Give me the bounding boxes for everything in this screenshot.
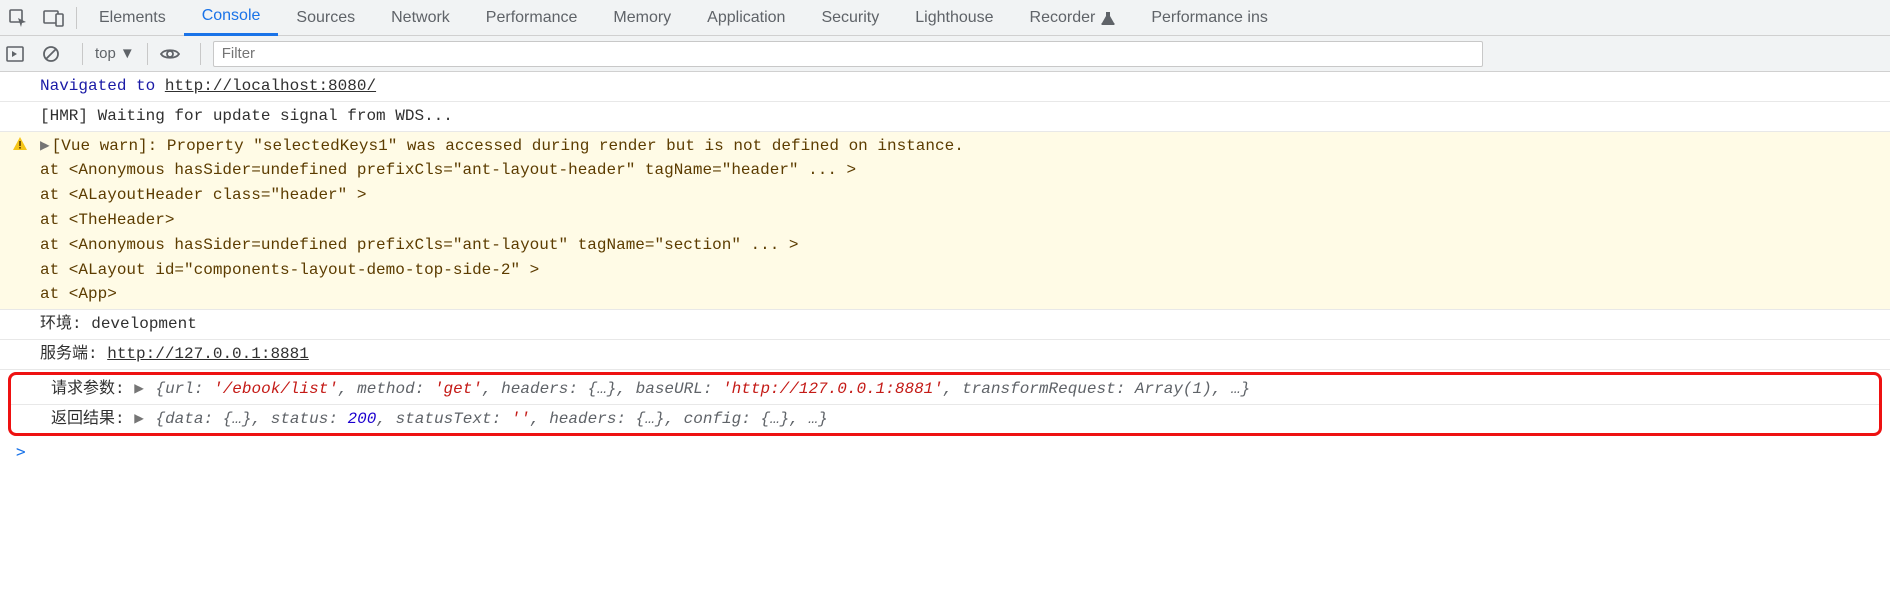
env-label: 环境: <box>40 315 91 333</box>
context-selector[interactable]: top ▼ <box>95 45 135 62</box>
server-link[interactable]: http://127.0.0.1:8881 <box>107 345 309 363</box>
expand-caret-icon[interactable]: ▶ <box>134 410 144 428</box>
brace: { <box>155 380 165 398</box>
tab-performance-insights[interactable]: Performance ins <box>1133 0 1286 36</box>
tab-sources[interactable]: Sources <box>278 0 373 36</box>
toggle-sidebar-icon[interactable] <box>6 46 34 62</box>
nav-link[interactable]: http://localhost:8080/ <box>165 77 376 95</box>
filter-input[interactable] <box>213 41 1483 67</box>
tab-elements[interactable]: Elements <box>81 0 184 36</box>
tab-lighthouse[interactable]: Lighthouse <box>897 0 1011 36</box>
warn-line: at <ALayoutHeader class="header" > <box>40 186 366 204</box>
v: Array(1) <box>1135 380 1212 398</box>
nav-prefix: Navigated to <box>40 77 165 95</box>
warn-line: at <TheHeader> <box>40 211 174 229</box>
res-label: 返回结果: <box>51 410 134 428</box>
expand-caret-icon[interactable]: ▶ <box>40 137 50 155</box>
tab-security[interactable]: Security <box>803 0 897 36</box>
k: , transformRequest: <box>943 380 1125 398</box>
warn-line: [Vue warn]: Property "selectedKeys1" was… <box>52 137 964 155</box>
devtools-tabstrip: Elements Console Sources Network Perform… <box>0 0 1890 36</box>
separator <box>147 43 148 65</box>
server-label: 服务端: <box>40 345 107 363</box>
v: {…} <box>760 410 789 428</box>
rest: , …} <box>789 410 827 428</box>
device-toolbar-icon[interactable] <box>36 0 72 36</box>
v: '' <box>511 410 530 428</box>
k: url: <box>165 380 203 398</box>
k: , method: <box>338 380 424 398</box>
tab-recorder[interactable]: Recorder <box>1012 0 1134 36</box>
context-label: top <box>95 45 116 62</box>
log-text: [HMR] Waiting for update signal from WDS… <box>40 107 453 125</box>
console-output: Navigated to http://localhost:8080/ [HMR… <box>0 72 1890 467</box>
tab-memory[interactable]: Memory <box>595 0 689 36</box>
k: data: <box>165 410 213 428</box>
rest: , …} <box>1212 380 1250 398</box>
expand-caret-icon[interactable]: ▶ <box>134 380 144 398</box>
highlighted-logs: 请求参数: ▶ {url: '/ebook/list', method: 'ge… <box>8 372 1882 437</box>
k: , headers: <box>482 380 578 398</box>
warning-icon <box>0 132 40 310</box>
inspect-element-icon[interactable] <box>0 0 36 36</box>
log-response: 返回结果: ▶ {data: {…}, status: 200, statusT… <box>11 405 1879 434</box>
v: {…} <box>223 410 252 428</box>
flask-icon <box>1101 11 1115 25</box>
tab-console[interactable]: Console <box>184 0 279 36</box>
v: 'get' <box>434 380 482 398</box>
warn-line: at <ALayout id="components-layout-demo-t… <box>40 261 539 279</box>
tab-network[interactable]: Network <box>373 0 468 36</box>
log-env: 环境: development <box>0 310 1890 340</box>
clear-console-icon[interactable] <box>42 45 70 63</box>
k: , config: <box>664 410 750 428</box>
separator <box>200 43 201 65</box>
req-label: 请求参数: <box>51 380 134 398</box>
separator <box>76 7 77 29</box>
v: {…} <box>588 380 617 398</box>
warn-line: at <Anonymous hasSider=undefined prefixC… <box>40 161 856 179</box>
tab-performance[interactable]: Performance <box>468 0 596 36</box>
warn-line: at <App> <box>40 285 117 303</box>
k: , statusText: <box>376 410 501 428</box>
log-server: 服务端: http://127.0.0.1:8881 <box>0 340 1890 370</box>
live-expression-icon[interactable] <box>160 47 188 61</box>
v: {…} <box>636 410 665 428</box>
k: , headers: <box>530 410 626 428</box>
env-value: development <box>91 315 197 333</box>
v: 'http://127.0.0.1:8881' <box>722 380 943 398</box>
tab-recorder-label: Recorder <box>1030 9 1096 27</box>
prompt-chevron-icon: > <box>16 442 26 461</box>
console-toolbar: top ▼ <box>0 36 1890 72</box>
brace: { <box>155 410 165 428</box>
log-navigated: Navigated to http://localhost:8080/ <box>0 72 1890 102</box>
v: '/ebook/list' <box>213 380 338 398</box>
v: 200 <box>348 410 377 428</box>
warn-line: at <Anonymous hasSider=undefined prefixC… <box>40 236 799 254</box>
chevron-down-icon: ▼ <box>120 45 135 62</box>
log-hmr: [HMR] Waiting for update signal from WDS… <box>0 102 1890 132</box>
console-prompt[interactable]: > <box>0 438 1890 467</box>
log-vue-warn: ▶[Vue warn]: Property "selectedKeys1" wa… <box>0 132 1890 311</box>
tab-application[interactable]: Application <box>689 0 803 36</box>
k: , baseURL: <box>616 380 712 398</box>
log-request: 请求参数: ▶ {url: '/ebook/list', method: 'ge… <box>11 375 1879 405</box>
k: , status: <box>252 410 338 428</box>
separator <box>82 43 83 65</box>
